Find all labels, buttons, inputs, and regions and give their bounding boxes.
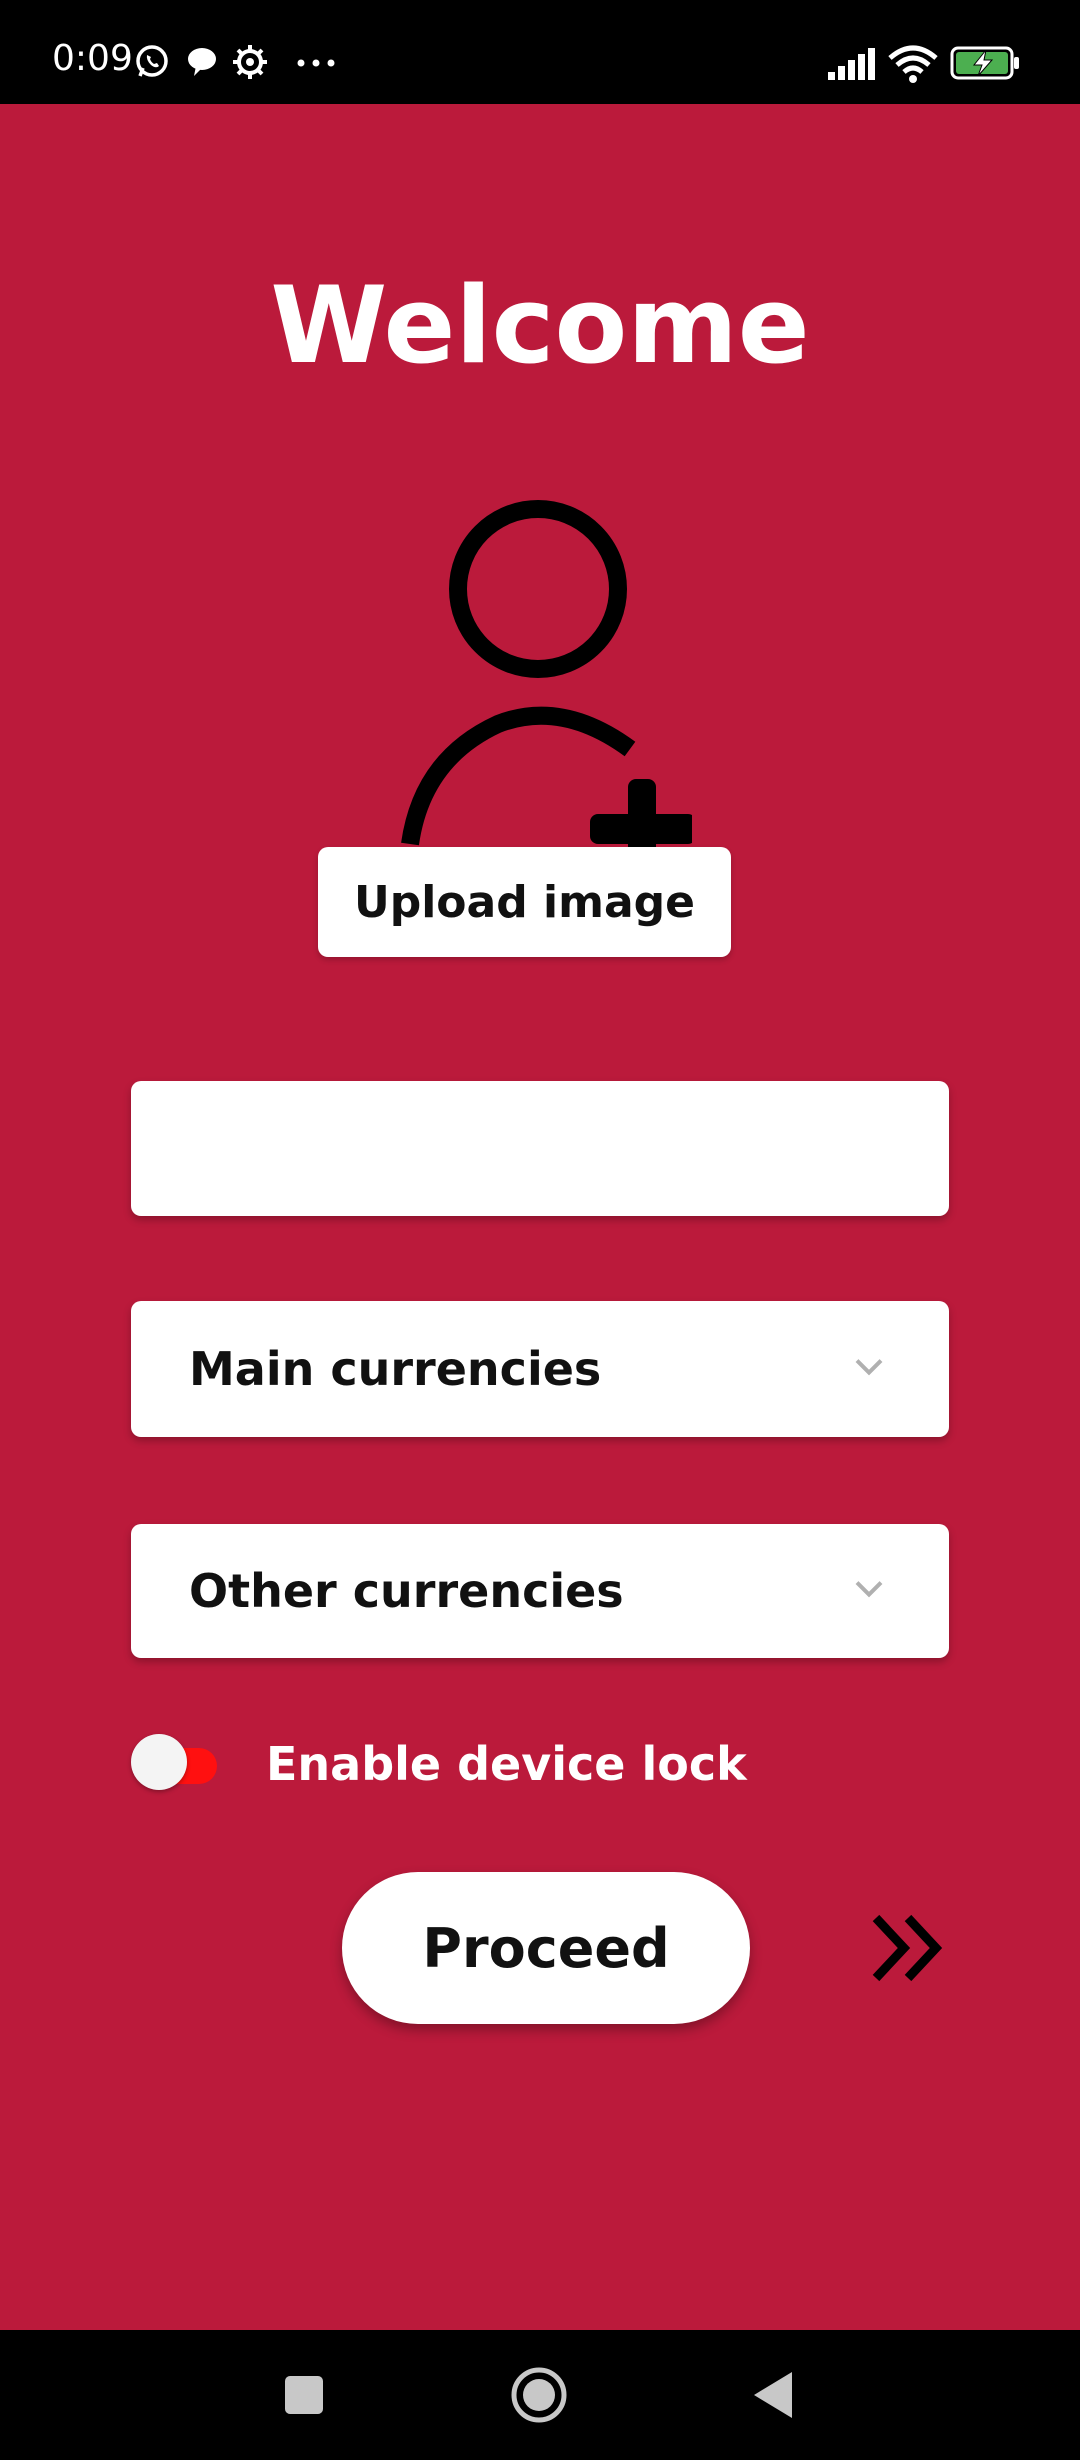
- wifi-icon: [888, 45, 938, 83]
- navigation-bar: [0, 2330, 1080, 2460]
- status-bar: 0:09: [0, 0, 1080, 104]
- device-lock-label: Enable device lock: [266, 1737, 747, 1791]
- page-title: Welcome: [270, 264, 810, 387]
- device-lock-toggle[interactable]: [131, 1734, 221, 1790]
- welcome-screen: Welcome Upload image Main currencies Oth…: [0, 104, 1080, 2330]
- home-circle-icon[interactable]: [510, 2366, 568, 2424]
- chevron-down-icon: [855, 1581, 883, 1598]
- whatsapp-icon: [136, 45, 168, 77]
- other-currencies-dropdown[interactable]: Other currencies: [131, 1524, 949, 1658]
- chevron-down-icon: [855, 1359, 883, 1376]
- upload-image-button[interactable]: Upload image: [318, 847, 731, 957]
- proceed-button[interactable]: Proceed: [342, 1872, 750, 2024]
- settings-gear-icon: [233, 45, 267, 79]
- main-currencies-dropdown[interactable]: Main currencies: [131, 1301, 949, 1437]
- back-triangle-icon[interactable]: [752, 2370, 794, 2420]
- chat-bubble-icon: [188, 48, 216, 76]
- add-user-icon[interactable]: [392, 459, 692, 879]
- more-dots-icon: [297, 59, 335, 67]
- name-input[interactable]: [131, 1081, 949, 1216]
- toggle-knob: [131, 1734, 187, 1790]
- status-time: 0:09: [52, 38, 133, 79]
- main-currencies-label: Main currencies: [189, 1342, 602, 1396]
- signal-icon: [828, 48, 875, 80]
- battery-charging-icon: [950, 46, 1019, 80]
- other-currencies-label: Other currencies: [189, 1564, 624, 1618]
- double-chevron-right-icon[interactable]: [872, 1912, 948, 1984]
- recents-square-icon[interactable]: [283, 2374, 325, 2416]
